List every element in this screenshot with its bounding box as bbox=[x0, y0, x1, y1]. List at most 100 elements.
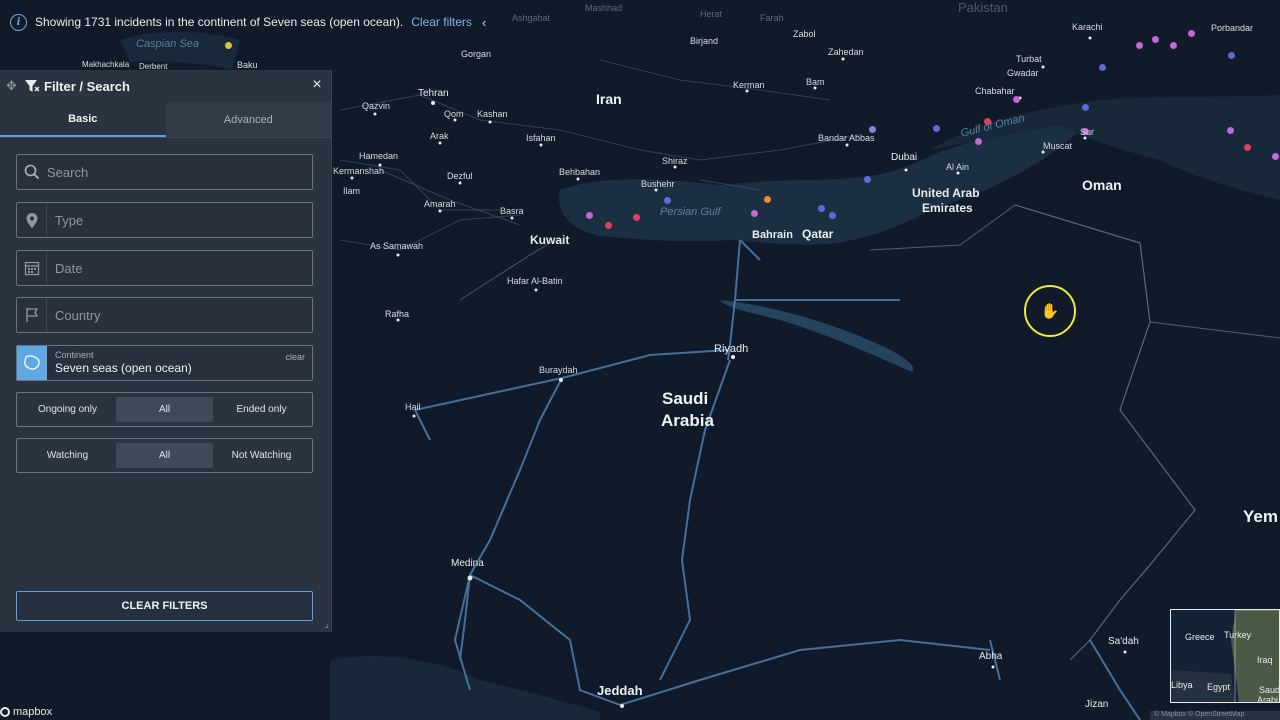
incident-marker[interactable] bbox=[764, 196, 771, 203]
minimap-label: Iraq bbox=[1257, 655, 1273, 665]
incident-marker[interactable] bbox=[1272, 153, 1279, 160]
continent-field[interactable]: Continent Seven seas (open ocean) clear bbox=[16, 345, 313, 381]
map-label-city: Buraydah bbox=[539, 365, 578, 375]
map-label-city: Al Ain bbox=[946, 162, 970, 172]
incident-marker[interactable] bbox=[586, 212, 593, 219]
incident-marker[interactable] bbox=[1188, 30, 1195, 37]
incident-marker[interactable] bbox=[975, 138, 982, 145]
incident-marker[interactable] bbox=[864, 176, 871, 183]
map-label-country: Bahrain bbox=[752, 229, 793, 241]
incident-marker[interactable] bbox=[829, 212, 836, 219]
flag-icon bbox=[17, 298, 47, 332]
incident-marker[interactable] bbox=[664, 197, 671, 204]
incident-marker[interactable] bbox=[869, 126, 876, 133]
type-field[interactable]: Type bbox=[16, 202, 313, 238]
location-pin-icon bbox=[17, 203, 47, 237]
map-label-city: Bam bbox=[806, 77, 825, 87]
watching-option[interactable]: Watching bbox=[19, 443, 116, 468]
minimap-label: Libya bbox=[1171, 680, 1193, 690]
incident-marker[interactable] bbox=[1013, 96, 1020, 103]
incident-marker[interactable] bbox=[1152, 36, 1159, 43]
map-label-city: Kashan bbox=[477, 109, 508, 119]
not-watching-option[interactable]: Not Watching bbox=[213, 443, 310, 468]
close-icon[interactable]: × bbox=[309, 76, 325, 94]
map-label-city: Amarah bbox=[424, 199, 456, 209]
map-attribution[interactable]: © Mapbox © OpenStreetMap bbox=[1150, 711, 1280, 720]
incident-marker[interactable] bbox=[1136, 42, 1143, 49]
country-field[interactable]: Country bbox=[16, 297, 313, 333]
map-label-city: Medina bbox=[451, 558, 484, 569]
incident-marker[interactable] bbox=[1244, 144, 1251, 151]
map-label-city: Turbat bbox=[1016, 54, 1042, 64]
resize-handle-icon[interactable]: ⌟ bbox=[324, 619, 329, 630]
incident-marker[interactable] bbox=[225, 42, 232, 49]
search-input[interactable]: Search bbox=[16, 154, 313, 190]
map-label-city: Ashgabat bbox=[512, 13, 551, 23]
map-label-city: Sa'dah bbox=[1108, 636, 1139, 647]
map-label-city: Herat bbox=[700, 9, 723, 19]
incident-marker[interactable] bbox=[633, 214, 640, 221]
watch-all-option[interactable]: All bbox=[116, 443, 213, 468]
incident-marker[interactable] bbox=[1170, 42, 1177, 49]
map-label-city: Baku bbox=[237, 60, 258, 70]
map-label-water: Caspian Sea bbox=[136, 38, 199, 50]
map-label-city: Rafha bbox=[385, 309, 410, 319]
map-label-city: Porbandar bbox=[1211, 23, 1254, 33]
map-label-city: Karachi bbox=[1072, 22, 1103, 32]
panel-header: ✥ Filter / Search × bbox=[0, 70, 331, 102]
map-label-city: Kermanshah bbox=[333, 166, 385, 176]
incident-marker[interactable] bbox=[1228, 52, 1235, 59]
map-label-city: Bandar Abbas bbox=[818, 133, 875, 143]
collapse-chevron-icon[interactable]: ‹ bbox=[482, 15, 486, 30]
map-label-country: Saudi bbox=[662, 389, 709, 408]
map-label-country: Qatar bbox=[802, 227, 834, 241]
map-label-city: Sur bbox=[1080, 127, 1095, 137]
watch-toggle-group: Watching All Not Watching bbox=[16, 438, 313, 473]
map-label-country: Kuwait bbox=[530, 233, 570, 247]
map-label-city: Gwadar bbox=[1007, 68, 1039, 78]
map-label-city: As Samawah bbox=[370, 241, 424, 251]
map-label-country: Oman bbox=[1082, 177, 1122, 193]
hand-cursor-icon: ✋ bbox=[1024, 285, 1076, 337]
incident-marker[interactable] bbox=[1082, 104, 1089, 111]
minimap-label: Turkey bbox=[1224, 630, 1252, 640]
map-label-city: Jizan bbox=[1085, 699, 1109, 710]
map-label-city: Makhachkala bbox=[82, 60, 130, 69]
map-label-city: Qazvin bbox=[362, 101, 391, 111]
map-label-country: Yem bbox=[1243, 507, 1278, 526]
map-label-city: Tehran bbox=[418, 88, 449, 99]
status-all-option[interactable]: All bbox=[116, 397, 213, 422]
incident-marker[interactable] bbox=[1227, 127, 1234, 134]
status-toggle-group: Ongoing only All Ended only bbox=[16, 392, 313, 427]
map-label-country: Iran bbox=[596, 91, 622, 107]
mapbox-logo[interactable]: mapbox bbox=[0, 704, 52, 720]
move-handle-icon[interactable]: ✥ bbox=[6, 78, 22, 94]
clear-filters-link[interactable]: Clear filters bbox=[411, 15, 472, 29]
map-label-city: Muscat bbox=[1043, 141, 1073, 151]
type-placeholder: Type bbox=[55, 212, 84, 228]
map-label-city: Dubai bbox=[891, 152, 918, 163]
tab-basic[interactable]: Basic bbox=[0, 102, 166, 137]
info-message: Showing 1731 incidents in the continent … bbox=[35, 15, 404, 29]
minimap[interactable]: Greece Turkey Iraq Libya Egypt Saud Arab… bbox=[1170, 609, 1280, 703]
ongoing-only-option[interactable]: Ongoing only bbox=[19, 397, 116, 422]
incident-marker[interactable] bbox=[605, 222, 612, 229]
map-label-city: Basra bbox=[500, 206, 524, 216]
date-field[interactable]: Date bbox=[16, 250, 313, 286]
continent-clear-button[interactable]: clear bbox=[285, 352, 305, 362]
country-placeholder: Country bbox=[55, 307, 101, 323]
map-label-city: Abha bbox=[979, 651, 1003, 662]
clear-filters-button[interactable]: CLEAR FILTERS bbox=[16, 591, 313, 621]
map-label-city: Kerman bbox=[733, 80, 765, 90]
ended-only-option[interactable]: Ended only bbox=[213, 397, 310, 422]
incident-marker[interactable] bbox=[1099, 64, 1106, 71]
incident-marker[interactable] bbox=[818, 205, 825, 212]
incident-marker[interactable] bbox=[751, 210, 758, 217]
tab-advanced[interactable]: Advanced bbox=[165, 102, 331, 137]
map-label-city: Riyadh bbox=[714, 343, 749, 355]
search-placeholder: Search bbox=[47, 164, 89, 180]
mapbox-logo-text: mapbox bbox=[13, 706, 53, 718]
search-icon bbox=[17, 155, 47, 189]
incident-marker[interactable] bbox=[933, 125, 940, 132]
map-label-country: United Arab bbox=[912, 186, 980, 200]
